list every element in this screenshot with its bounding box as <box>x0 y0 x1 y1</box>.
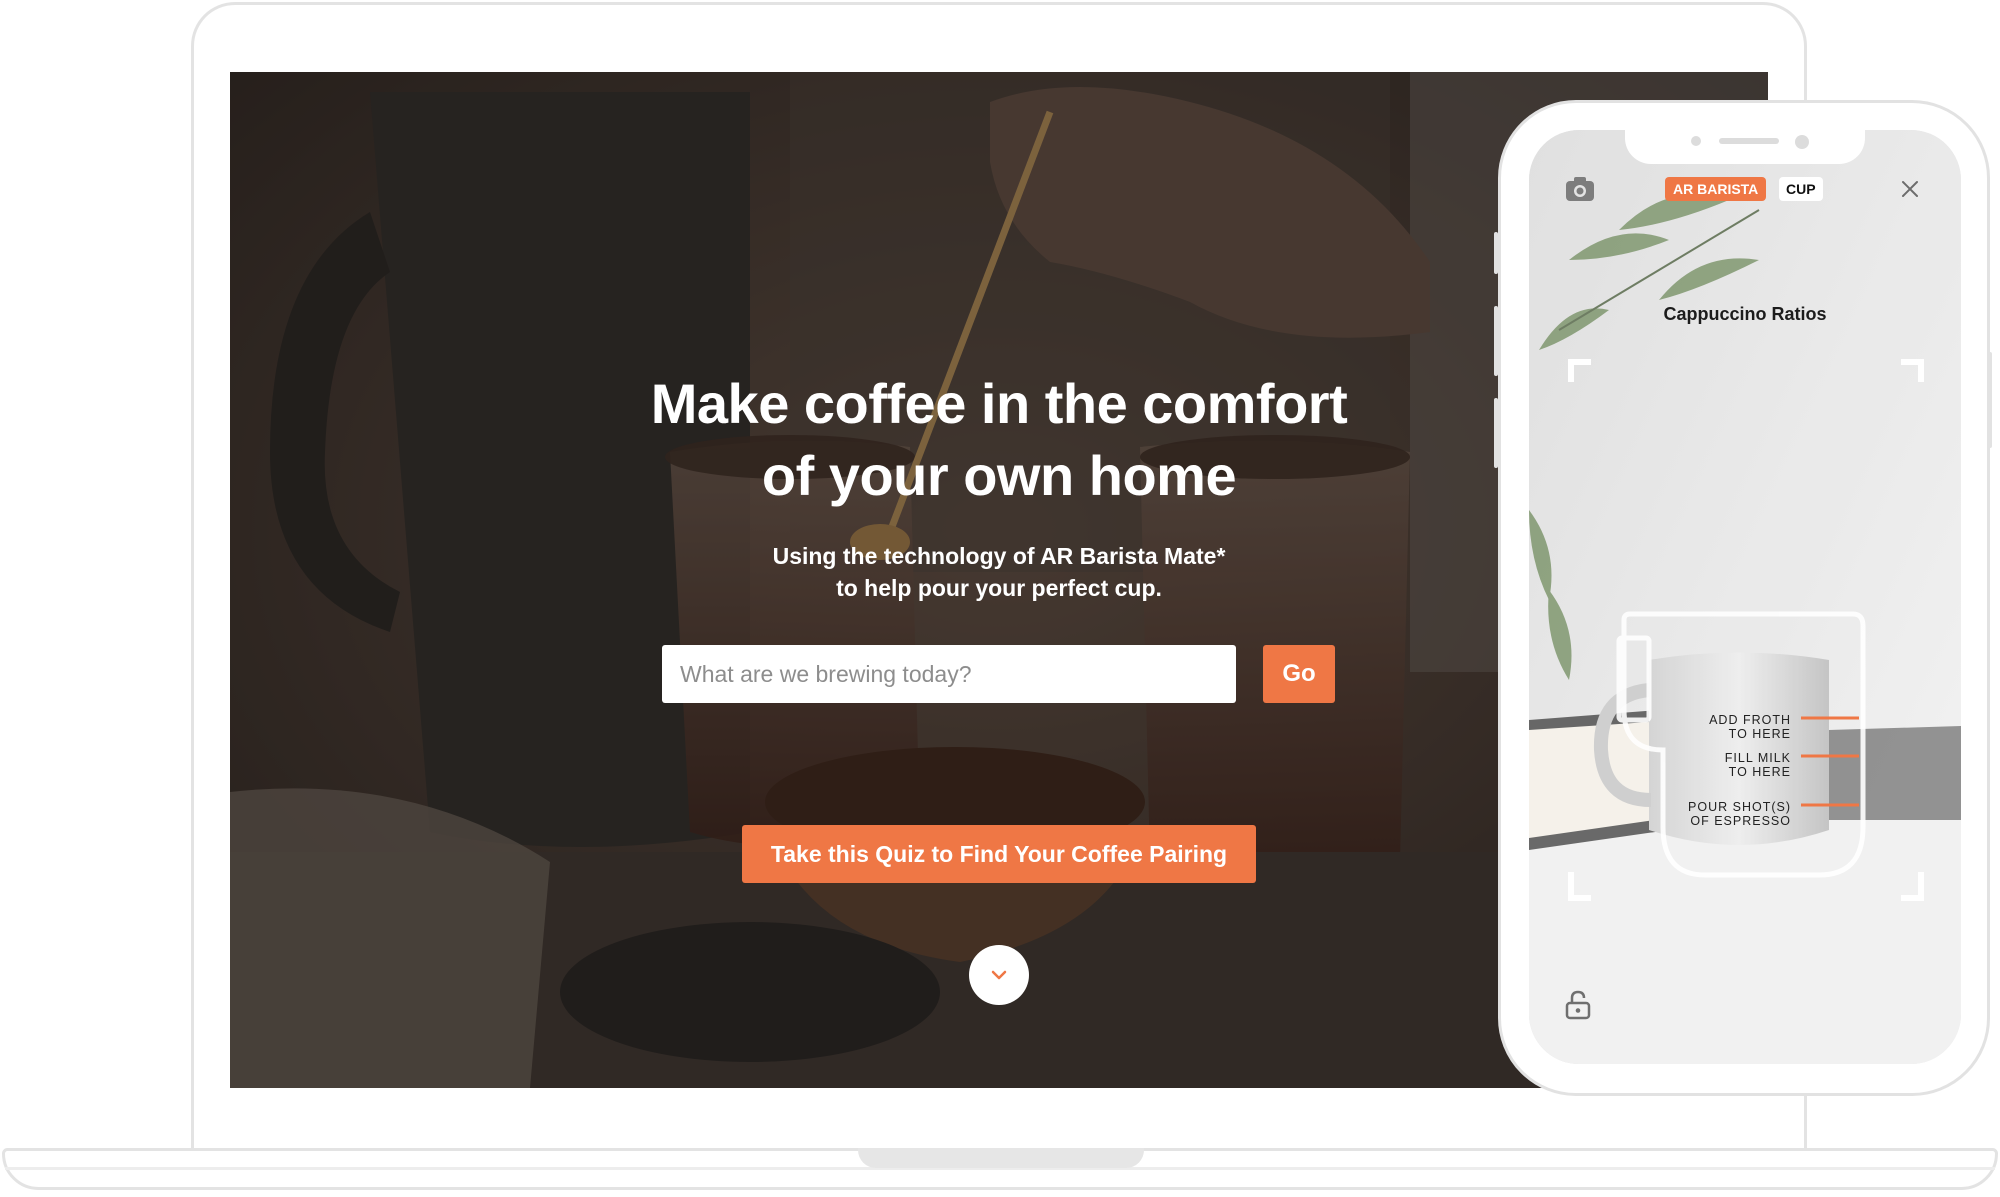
espresso-label: POUR SHOT(S) OF ESPRESSO <box>1688 800 1791 828</box>
laptop-notch <box>858 1148 1144 1168</box>
quiz-button[interactable]: Take this Quiz to Find Your Coffee Pairi… <box>742 825 1256 883</box>
froth-label: ADD FROTH TO HERE <box>1709 713 1791 741</box>
scroll-down-button[interactable] <box>969 945 1029 1005</box>
scan-corner-bottom-right <box>1901 872 1924 901</box>
guide-lines <box>1801 716 1859 807</box>
ar-scan-overlay <box>1568 359 1924 901</box>
phone-screen: AR BARISTA CUP Cappuccino Ratios ADD FRO… <box>1529 130 1961 1064</box>
scan-corner-top-left <box>1568 359 1591 382</box>
phone-side-button <box>1494 306 1498 376</box>
scan-corner-bottom-left <box>1568 872 1591 901</box>
chevron-down-icon <box>991 970 1007 980</box>
lock-icon[interactable] <box>1565 990 1591 1020</box>
go-button[interactable]: Go <box>1263 645 1335 703</box>
search-input[interactable] <box>662 645 1236 703</box>
scan-corner-top-right <box>1901 359 1924 382</box>
phone-side-button <box>1494 232 1498 274</box>
phone-side-button <box>1494 398 1498 468</box>
milk-label: FILL MILK TO HERE <box>1724 751 1791 779</box>
phone-side-button <box>1988 352 1992 448</box>
cup-outline <box>1616 611 1866 878</box>
